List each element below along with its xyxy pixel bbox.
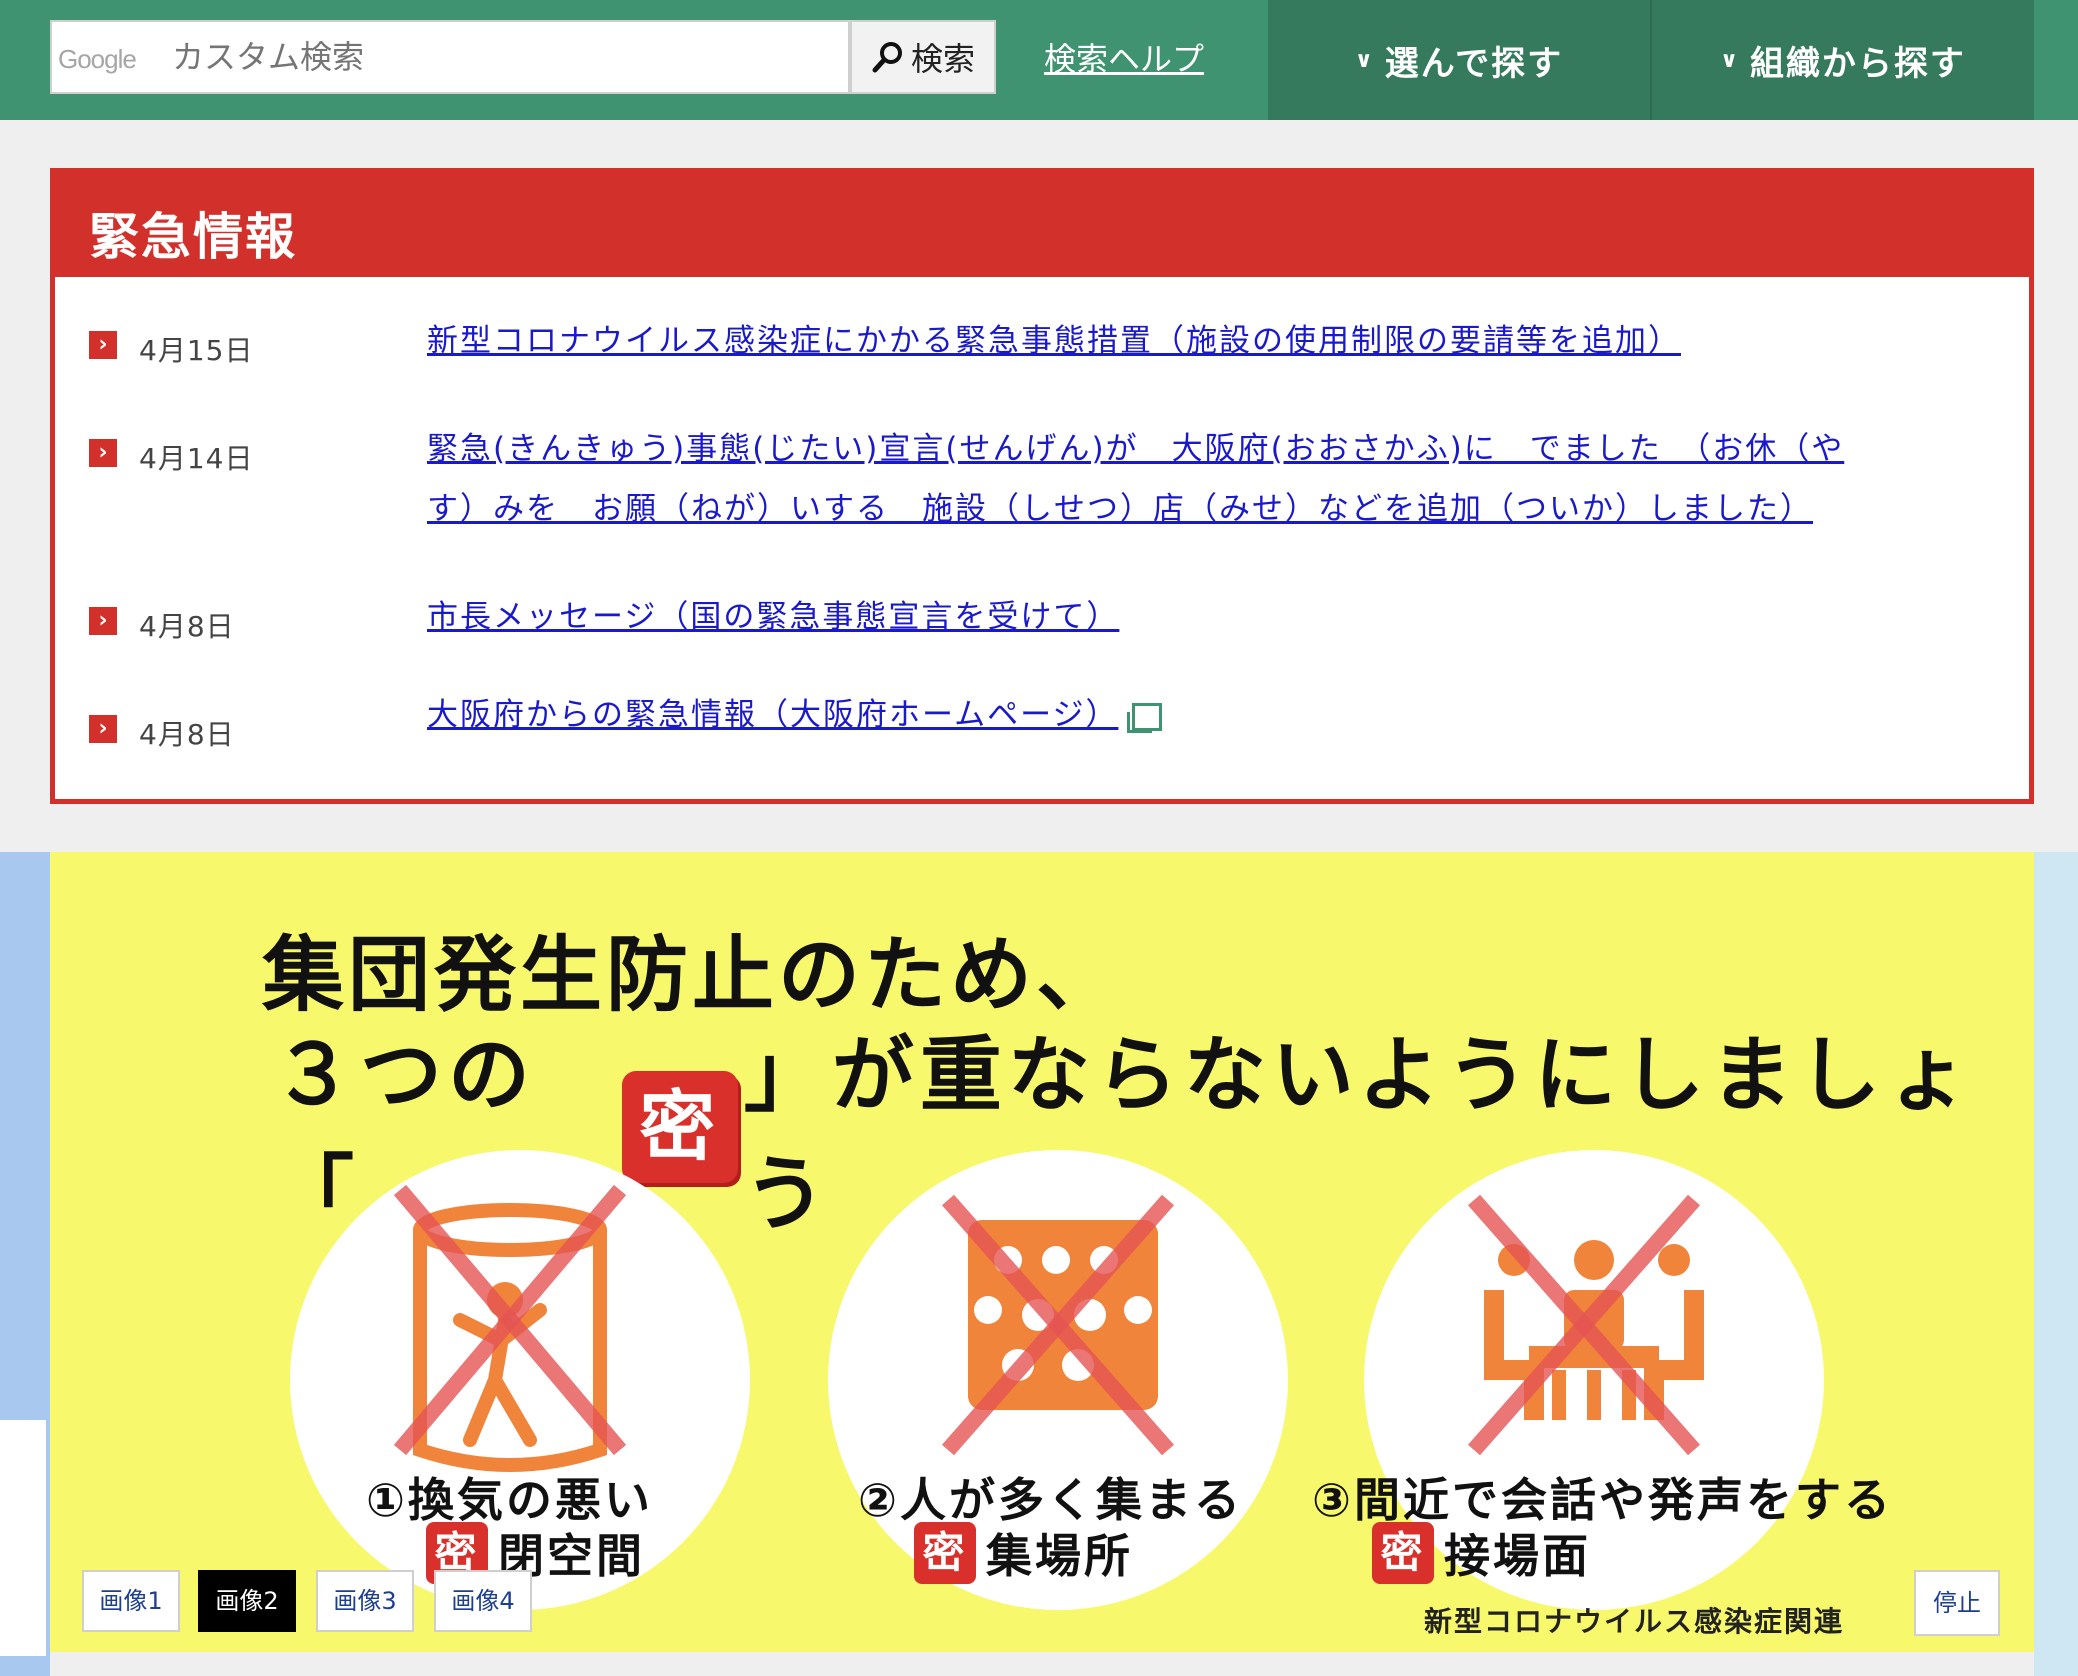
slide-button-1[interactable]: 画像1 <box>82 1570 180 1632</box>
emergency-title: 緊急情報 <box>89 208 297 266</box>
arrow-right-icon: › <box>89 607 117 635</box>
emergency-header: 緊急情報 <box>55 173 2029 277</box>
arrow-right-icon: › <box>89 331 117 359</box>
carousel-slide[interactable]: 集団発生防止のため、 ３つの「 密 」が重ならないようにしましょう ①換気の悪い… <box>50 852 2034 1652</box>
search-help-link[interactable]: 検索ヘルプ <box>1044 34 1204 80</box>
item-date: 4月14日 <box>139 442 254 475</box>
search-button-label: 検索 <box>910 40 975 78</box>
nav-choose-label: 選んで探す <box>1384 43 1564 84</box>
item-link-line2[interactable]: す）みを お願（ねが）いする 施設（しせつ）店（みせ）などを追加（ついか）しまし… <box>427 479 1813 539</box>
nav-organization-label: 組織から探す <box>1749 43 1966 84</box>
search-icon <box>872 42 902 73</box>
nav-choose[interactable]: ∨ 選んで探す <box>1268 0 1650 120</box>
slide-button-3[interactable]: 画像3 <box>316 1570 414 1632</box>
chevron-down-icon: ∨ <box>1720 47 1740 73</box>
google-logo: Google <box>58 44 137 74</box>
carousel-stop-button[interactable]: 停止 <box>1914 1570 2000 1636</box>
search-box: Google <box>50 20 850 94</box>
external-link-icon <box>1127 702 1163 733</box>
item3-caption-line2: 密 接場面 <box>1372 1520 1591 1586</box>
chevron-down-icon: ∨ <box>1354 47 1375 73</box>
mitsu-badge-small: 密 <box>914 1522 976 1584</box>
carousel-next-slide-edge <box>2034 852 2078 1676</box>
item2-caption-line2: 密 集場所 <box>914 1520 1133 1586</box>
banner-footnote: 新型コロナウイルス感染症関連 <box>1424 1605 1845 1638</box>
slide-button-2[interactable]: 画像2 <box>198 1570 296 1632</box>
item-link[interactable]: 新型コロナウイルス感染症にかかる緊急事態措置（施設の使用制限の要請等を追加） <box>427 311 1681 371</box>
item-link-line1[interactable]: 緊急(きんきゅう)事態(じたい)宣言(せんげん)が 大阪府(おおさかふ)に でま… <box>427 419 1844 479</box>
search-button[interactable]: 検索 <box>850 20 996 94</box>
item-date: 4月8日 <box>139 718 235 751</box>
item-date: 4月15日 <box>139 334 254 367</box>
item3-caption-text: 接場面 <box>1444 1529 1591 1583</box>
item-date: 4月8日 <box>139 610 235 643</box>
item2-caption-text: 集場所 <box>986 1529 1133 1583</box>
arrow-right-icon: › <box>89 439 117 467</box>
carousel-prev-slide-edge-panel <box>0 1420 46 1656</box>
item-link-text: 大阪府からの緊急情報（大阪府ホームページ） <box>427 697 1119 733</box>
mitsu-badge-small: 密 <box>1372 1522 1434 1584</box>
emergency-panel: 緊急情報 › 4月15日 新型コロナウイルス感染症にかかる緊急事態措置（施設の使… <box>50 168 2034 804</box>
item-link-external[interactable]: 大阪府からの緊急情報（大阪府ホームページ） <box>427 685 1163 745</box>
slide-button-4[interactable]: 画像4 <box>434 1570 532 1632</box>
search-input[interactable] <box>162 22 842 92</box>
arrow-right-icon: › <box>89 715 117 743</box>
item-link[interactable]: 市長メッセージ（国の緊急事態宣言を受けて） <box>427 587 1119 647</box>
nav-organization[interactable]: ∨ 組織から探す <box>1652 0 2034 120</box>
